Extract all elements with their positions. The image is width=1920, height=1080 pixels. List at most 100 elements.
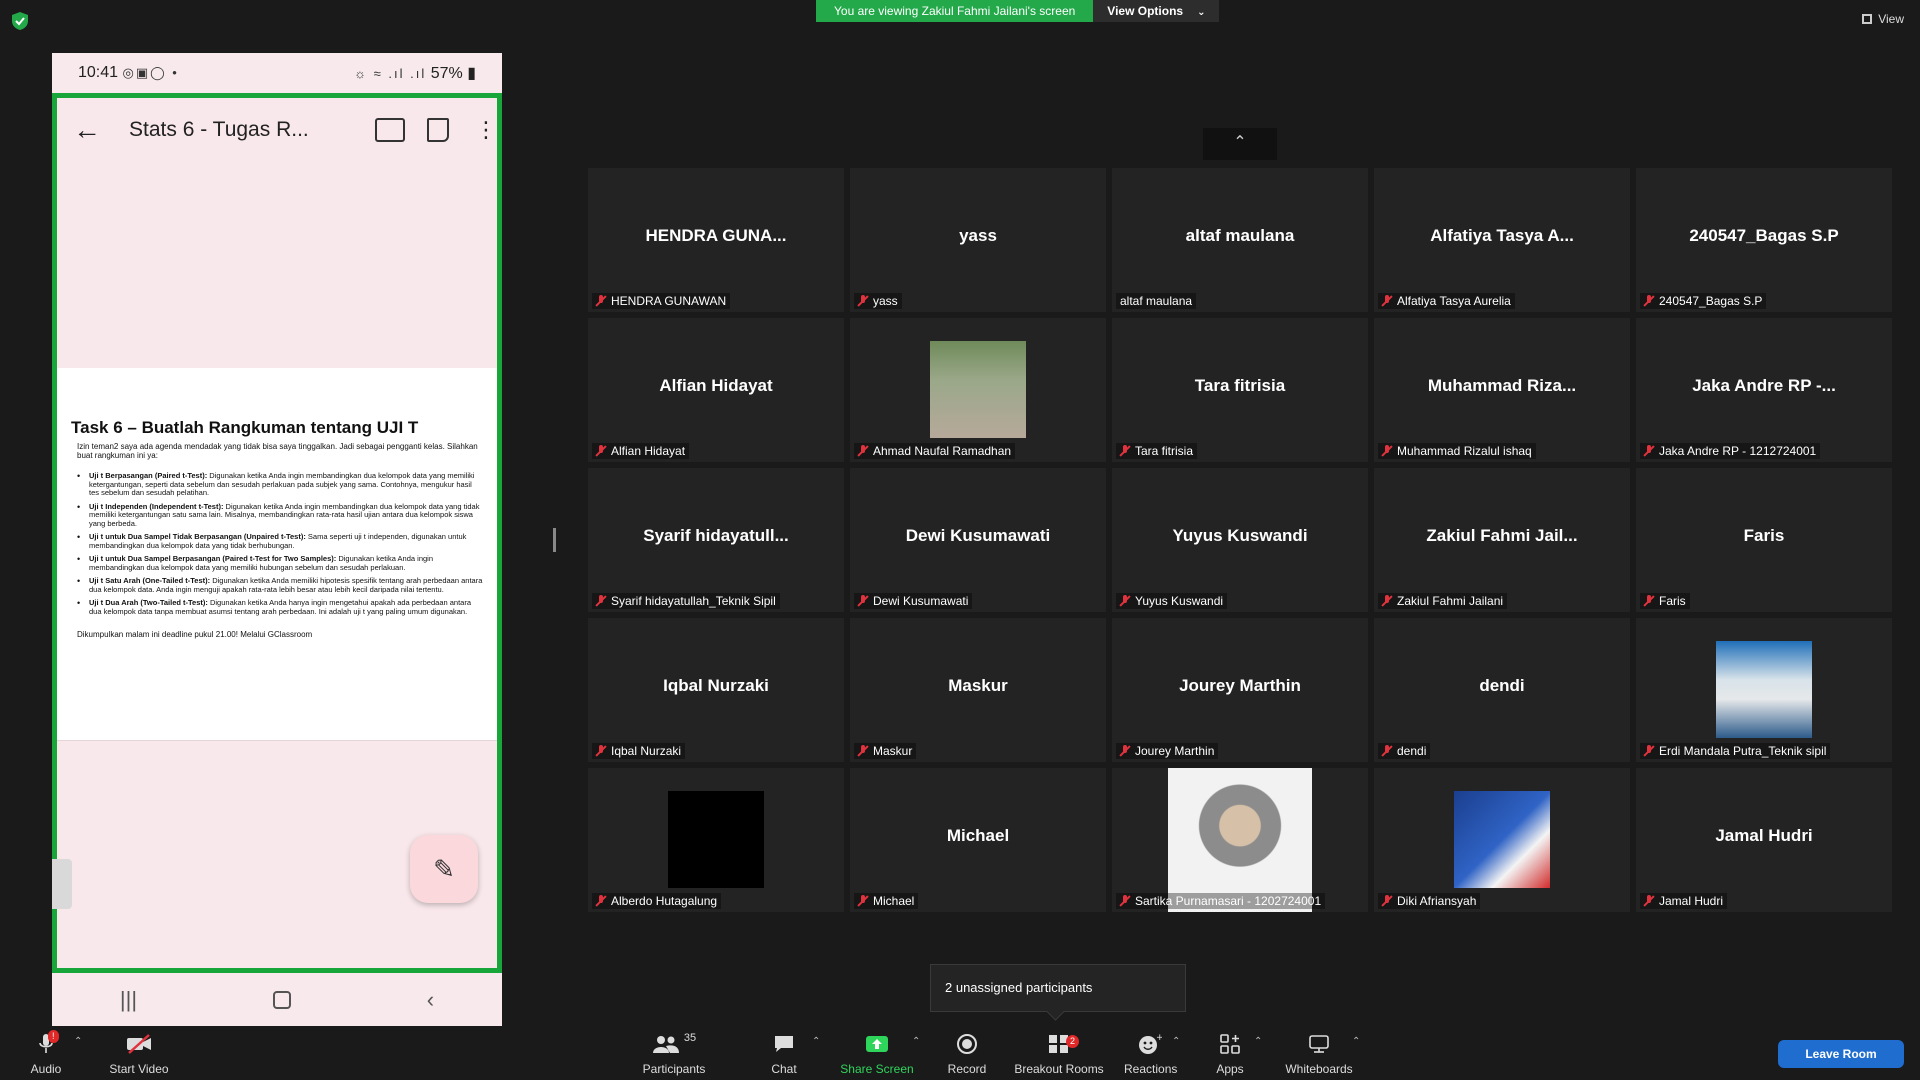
whiteboards-caret-icon[interactable]: ⌃ — [1352, 1036, 1360, 1047]
document-title: Stats 6 - Tugas R... — [129, 118, 309, 141]
view-options-button[interactable]: View Options ⌄ — [1093, 0, 1220, 22]
muted-mic-icon — [596, 445, 606, 457]
apps-label: Apps — [1216, 1062, 1244, 1076]
participant-name-label: Michael — [854, 893, 919, 909]
participant-tile[interactable]: Faris Faris — [1636, 468, 1892, 612]
list-item: Uji t untuk Dua Sampel Tidak Berpasangan… — [77, 532, 483, 550]
chat-button[interactable]: Chat — [766, 1032, 802, 1076]
audio-label: Audio — [30, 1062, 62, 1076]
participant-tile[interactable]: Jamal Hudri Jamal Hudri — [1636, 768, 1892, 912]
participant-video — [1168, 768, 1312, 912]
muted-mic-icon — [1644, 295, 1654, 307]
share-caret-icon[interactable]: ⌃ — [912, 1036, 920, 1047]
participant-tile[interactable]: Diki Afriansyah — [1374, 768, 1630, 912]
muted-mic-icon — [1382, 595, 1392, 607]
muted-mic-icon — [858, 595, 868, 607]
participant-tile[interactable]: Syarif hidayatull... Syarif hidayatullah_… — [588, 468, 844, 612]
participant-tile[interactable]: Jaka Andre RP -... Jaka Andre RP - 121272… — [1636, 318, 1892, 462]
pencil-icon: ✎ — [433, 854, 455, 884]
share-screen-button[interactable]: Share Screen — [840, 1032, 914, 1076]
meeting-toolbar: Audio ! ⌃ Start Video 35 Participants Ch… — [0, 1026, 1920, 1080]
participant-name: HENDRA GUNAWAN — [611, 294, 727, 308]
participant-tile[interactable]: Alfatiya Tasya A... Alfatiya Tasya Aureli… — [1374, 168, 1630, 312]
leave-room-button[interactable]: Leave Room — [1778, 1040, 1904, 1068]
participant-tile[interactable]: Yuyus Kuswandi Yuyus Kuswandi — [1112, 468, 1368, 612]
participant-tile[interactable]: 240547_Bagas S.P 240547_Bagas S.P — [1636, 168, 1892, 312]
muted-mic-icon — [1120, 745, 1130, 757]
participants-label: Participants — [642, 1062, 706, 1076]
nav-back-icon[interactable]: ‹ — [427, 987, 434, 1013]
participant-name: Ahmad Naufal Ramadhan — [873, 444, 1012, 458]
participant-tile[interactable]: dendi dendi — [1374, 618, 1630, 762]
collapse-gallery-button[interactable]: ⌃ — [1203, 128, 1277, 160]
chat-caret-icon[interactable]: ⌃ — [812, 1036, 820, 1047]
participant-tile[interactable]: Jourey Marthin Jourey Marthin — [1112, 618, 1368, 762]
participant-name-label: altaf maulana — [1116, 293, 1197, 309]
participant-tile[interactable]: Muhammad Riza... Muhammad Rizalul ishaq — [1374, 318, 1630, 462]
split-view-handle[interactable] — [553, 528, 556, 552]
security-shield-icon[interactable] — [12, 12, 28, 30]
participant-tile[interactable]: altaf maulana altaf maulana — [1112, 168, 1368, 312]
audio-caret-icon[interactable]: ⌃ — [74, 1036, 82, 1047]
start-video-button[interactable]: Start Video — [104, 1032, 174, 1076]
participant-display-name: Maskur — [948, 676, 1008, 695]
muted-mic-icon — [596, 295, 606, 307]
participant-tile[interactable]: Michael Michael — [850, 768, 1106, 912]
participant-tile[interactable]: Zakiul Fahmi Jail... Zakiul Fahmi Jailani — [1374, 468, 1630, 612]
muted-mic-icon — [1382, 745, 1392, 757]
participant-tile[interactable]: Sartika Purnamasari - 1202724001 — [1112, 768, 1368, 912]
participant-tile[interactable]: Iqbal Nurzaki Iqbal Nurzaki — [588, 618, 844, 762]
participant-display-name: Iqbal Nurzaki — [663, 676, 769, 695]
participants-button[interactable]: 35 Participants — [640, 1032, 708, 1076]
muted-mic-icon — [1644, 445, 1654, 457]
apps-caret-icon[interactable]: ⌃ — [1254, 1036, 1262, 1047]
view-button[interactable]: View — [1862, 12, 1904, 26]
participant-name: Alfian Hidayat — [611, 444, 686, 458]
participant-tile[interactable]: yass yass — [850, 168, 1106, 312]
participant-display-name: Jamal Hudri — [1715, 826, 1813, 845]
participant-tile[interactable]: Tara fitrisia Tara fitrisia — [1112, 318, 1368, 462]
participant-video — [1454, 791, 1550, 888]
participant-tile[interactable]: Erdi Mandala Putra_Teknik sipil — [1636, 618, 1892, 762]
participant-name: Alberdo Hutagalung — [611, 894, 718, 908]
whiteboards-button[interactable]: Whiteboards — [1284, 1032, 1354, 1076]
participant-tile[interactable]: Maskur Maskur — [850, 618, 1106, 762]
participant-name: Zakiul Fahmi Jailani — [1397, 594, 1504, 608]
reactions-caret-icon[interactable]: ⌃ — [1172, 1036, 1180, 1047]
list-item: Uji t Dua Arah (Two-Tailed t-Test): Digu… — [77, 598, 483, 616]
participant-name: Alfatiya Tasya Aurelia — [1397, 294, 1511, 308]
comment-icon[interactable] — [375, 118, 405, 142]
participant-name-label: 240547_Bagas S.P — [1640, 293, 1767, 309]
participant-tile[interactable]: Alfian Hidayat Alfian Hidayat — [588, 318, 844, 462]
edit-fab[interactable]: ✎ — [410, 835, 478, 903]
participant-name-label: Muhammad Rizalul ishaq — [1378, 443, 1536, 459]
reactions-button[interactable]: + Reactions — [1124, 1032, 1177, 1076]
participant-display-name: Yuyus Kuswandi — [1172, 526, 1308, 545]
more-vert-icon[interactable]: ⋮ — [475, 119, 497, 141]
recents-icon[interactable]: ||| — [120, 987, 137, 1013]
participant-tile[interactable]: Ahmad Naufal Ramadhan — [850, 318, 1106, 462]
phone-status-bar: 10:41 ◎▣◯ • ☼ ≈ .ıl .ıl 57% ▮ — [52, 53, 502, 93]
unassigned-tooltip: 2 unassigned participants — [930, 964, 1186, 1012]
muted-mic-icon — [1382, 895, 1392, 907]
participant-name: yass — [873, 294, 898, 308]
find-in-page-icon[interactable] — [427, 118, 449, 142]
chat-label: Chat — [771, 1062, 797, 1076]
view-options-label: View Options — [1107, 4, 1184, 18]
participant-display-name: 240547_Bagas S.P — [1689, 226, 1839, 245]
participant-tile[interactable]: HENDRA GUNA... HENDRA GUNAWAN — [588, 168, 844, 312]
participant-name: dendi — [1397, 744, 1427, 758]
breakout-rooms-button[interactable]: Breakout Rooms — [1012, 1032, 1106, 1076]
record-button[interactable]: Record — [944, 1032, 990, 1076]
side-panel-handle[interactable] — [52, 859, 72, 909]
apps-button[interactable]: Apps — [1212, 1032, 1248, 1076]
participant-tile[interactable]: Alberdo Hutagalung — [588, 768, 844, 912]
participant-name-label: Dewi Kusumawati — [854, 593, 973, 609]
list-item: Uji t Berpasangan (Paired t-Test): Digun… — [77, 471, 483, 498]
audio-button[interactable]: Audio — [24, 1032, 68, 1076]
document-page: Task 6 – Buatlah Rangkuman tentang UJI T… — [57, 368, 497, 740]
viewing-message: You are viewing Zakiul Fahmi Jailani's s… — [816, 0, 1094, 22]
home-icon[interactable] — [272, 991, 291, 1009]
participant-tile[interactable]: Dewi Kusumawati Dewi Kusumawati — [850, 468, 1106, 612]
back-arrow-icon[interactable]: ← — [73, 114, 129, 146]
